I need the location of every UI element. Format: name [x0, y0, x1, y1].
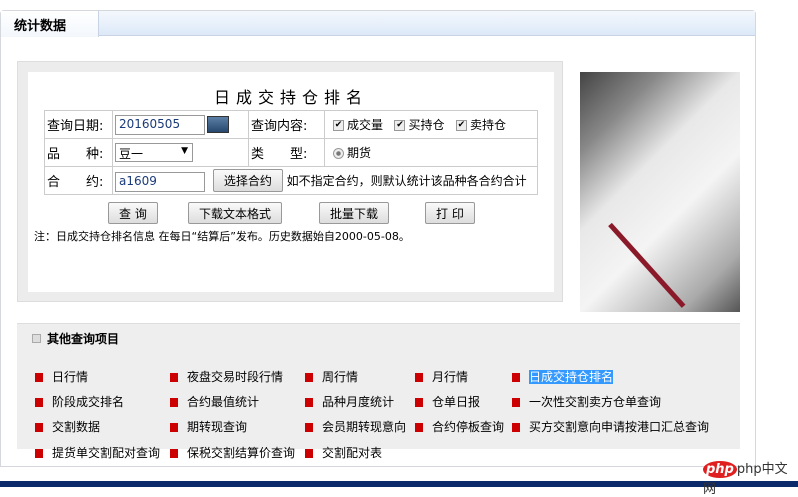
calendar-icon[interactable]: [207, 116, 229, 133]
contract-hint: 如不指定合约，则默认统计该品种各合约合计: [286, 174, 527, 188]
note-text: 注：日成交持仓排名信息 在每日“结算后”发布。历史数据始自2000-05-08。: [34, 230, 410, 243]
bullet-icon: [170, 449, 178, 458]
bullet-icon: [305, 398, 313, 407]
query-link[interactable]: 周行情: [305, 368, 358, 385]
form-title: 日成交持仓排名: [213, 88, 368, 107]
query-button[interactable]: 查 询: [108, 202, 158, 224]
query-link[interactable]: 保税交割结算价查询: [170, 444, 295, 461]
batch-download-button[interactable]: 批量下载: [319, 202, 390, 224]
bullet-icon: [305, 449, 313, 458]
variety-select[interactable]: 豆一 ▼: [115, 143, 193, 162]
footer-bar: [0, 481, 798, 487]
query-link[interactable]: 夜盘交易时段行情: [170, 368, 283, 385]
bullet-icon: [512, 423, 520, 432]
print-button[interactable]: 打 印: [425, 202, 475, 224]
other-queries-section: 其他查询项目 日行情 夜盘交易时段行情 周行情 月行情 日成交持仓排名阶段成交排名 合约最…: [17, 323, 740, 460]
type-label: 类 型:: [248, 138, 325, 167]
checkbox-icon[interactable]: ✔: [394, 120, 406, 131]
bullet-icon: [305, 373, 313, 382]
bullet-icon: [35, 398, 43, 407]
select-contract-button[interactable]: 选择合约: [212, 169, 283, 192]
variety-label: 品 种:: [44, 138, 113, 167]
date-input[interactable]: 20160505: [115, 114, 205, 135]
checkbox-sell[interactable]: ✔ 卖持仓: [455, 118, 506, 132]
section-icon: [32, 334, 41, 343]
download-text-button[interactable]: 下载文本格式: [188, 202, 283, 224]
pen-image: [608, 222, 686, 308]
query-link[interactable]: 合约停板查询: [415, 418, 504, 435]
query-link[interactable]: 一次性交割卖方仓单查询: [512, 393, 661, 410]
bullet-icon: [305, 423, 313, 432]
bullet-icon: [415, 373, 423, 382]
query-link[interactable]: 仓单日报: [415, 393, 480, 410]
bullet-icon: [512, 398, 520, 407]
checkbox-icon[interactable]: ✔: [455, 120, 467, 131]
query-link[interactable]: 日成交持仓排名: [512, 368, 614, 385]
query-link[interactable]: 月行情: [415, 368, 468, 385]
radio-futures[interactable]: 期货: [333, 146, 371, 160]
date-label: 查询日期:: [44, 110, 113, 139]
watermark: php php中文网: [703, 461, 788, 497]
bullet-icon: [170, 373, 178, 382]
query-link[interactable]: 交割配对表: [305, 444, 382, 461]
radio-icon[interactable]: [333, 148, 344, 159]
query-link[interactable]: 日行情: [35, 368, 88, 385]
query-link[interactable]: 买方交割意向申请按港口汇总查询: [512, 418, 709, 435]
bullet-icon: [35, 373, 43, 382]
query-link[interactable]: 期转现查询: [170, 418, 247, 435]
contract-input[interactable]: a1609: [115, 171, 205, 192]
checkbox-icon[interactable]: ✔: [333, 120, 344, 131]
bullet-icon: [35, 449, 43, 458]
bullet-icon: [415, 398, 423, 407]
bullet-icon: [170, 398, 178, 407]
tab-statistics[interactable]: 统计数据: [1, 11, 99, 37]
bullet-icon: [35, 423, 43, 432]
bullet-icon: [512, 373, 520, 382]
decorative-photo: [580, 72, 740, 312]
bullet-icon: [415, 423, 423, 432]
query-link[interactable]: 提货单交割配对查询: [35, 444, 160, 461]
query-link[interactable]: 合约最值统计: [170, 393, 259, 410]
query-form-container: 日成交持仓排名 查询日期: 20160505 查询内容: ✔ 成交量 ✔ 买持仓 ✔…: [17, 61, 563, 302]
query-link[interactable]: 阶段成交排名: [35, 393, 124, 410]
content-label: 查询内容:: [248, 110, 325, 139]
bullet-icon: [170, 423, 178, 432]
contract-label: 合 约:: [44, 166, 113, 195]
php-logo: php: [703, 461, 737, 478]
other-queries-heading: 其他查询项目: [32, 330, 119, 347]
tab-bar: [1, 11, 755, 36]
query-link[interactable]: 交割数据: [35, 418, 100, 435]
query-link[interactable]: 会员期转现意向: [305, 418, 406, 435]
checkbox-volume[interactable]: ✔ 成交量: [333, 118, 383, 132]
query-form: 日成交持仓排名 查询日期: 20160505 查询内容: ✔ 成交量 ✔ 买持仓 ✔…: [28, 72, 554, 292]
query-table: 查询日期: 20160505 查询内容: ✔ 成交量 ✔ 买持仓 ✔ 卖持仓 品 种:…: [44, 110, 538, 195]
query-link[interactable]: 品种月度统计: [305, 393, 394, 410]
checkbox-buy[interactable]: ✔ 买持仓: [394, 118, 444, 132]
dropdown-arrow-icon: ▼: [181, 146, 188, 156]
